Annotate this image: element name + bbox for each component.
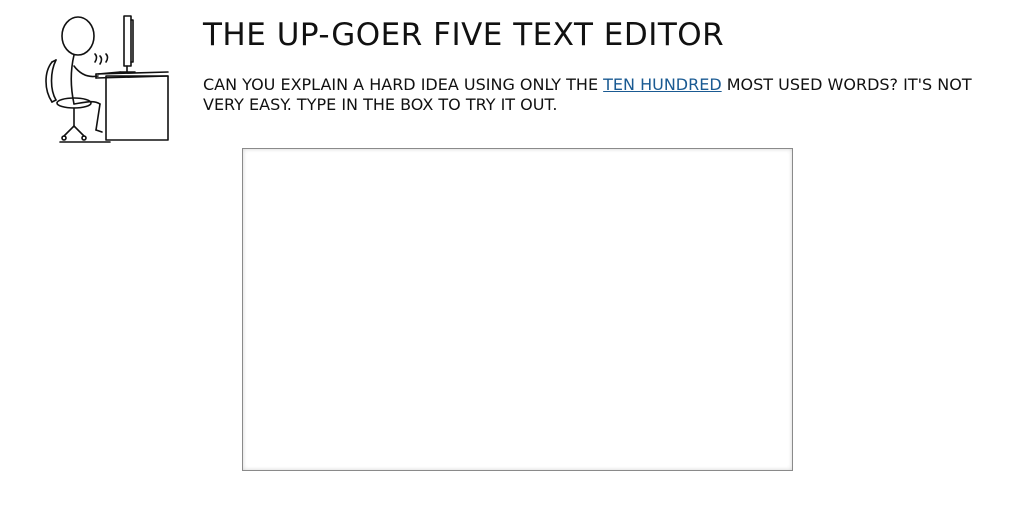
text-editor-input[interactable] <box>242 148 793 471</box>
ten-hundred-link[interactable]: TEN HUNDRED <box>603 75 722 94</box>
person-at-computer-desk-icon <box>40 12 172 146</box>
page-title: THE UP-GOER FIVE TEXT EDITOR <box>203 17 725 53</box>
intro-text: CAN YOU EXPLAIN A HARD IDEA USING ONLY T… <box>203 75 1013 115</box>
intro-text-before-link: CAN YOU EXPLAIN A HARD IDEA USING ONLY T… <box>203 75 604 94</box>
